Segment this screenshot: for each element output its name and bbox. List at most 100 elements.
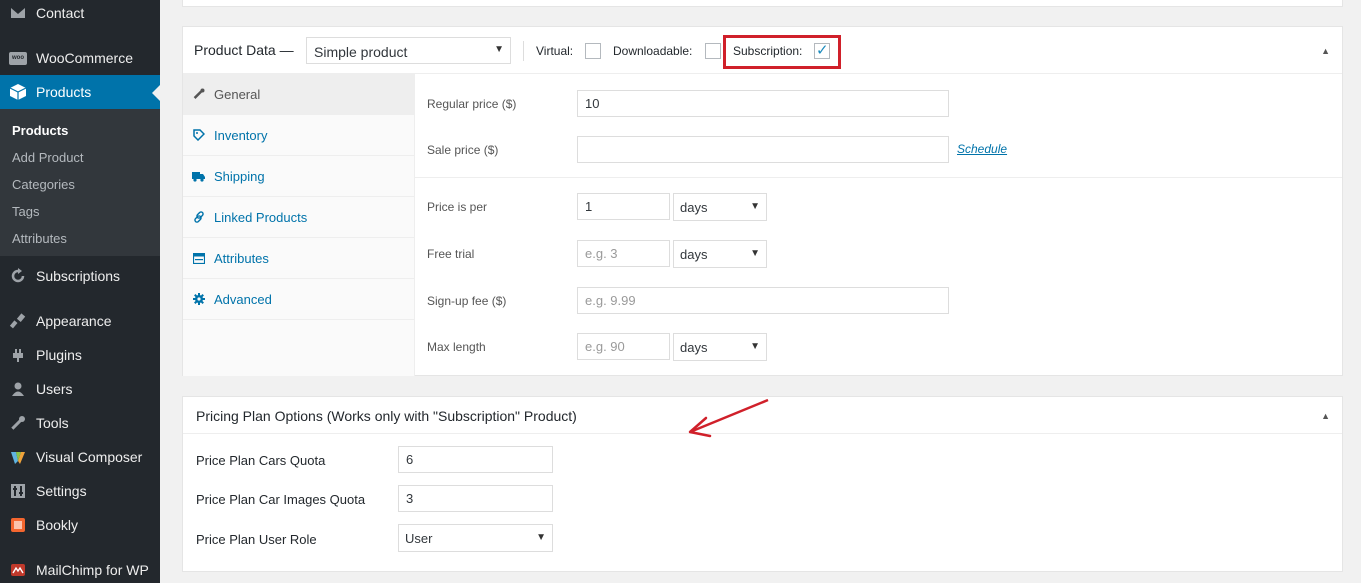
list-icon: [183, 252, 214, 264]
select-value: days: [680, 200, 708, 215]
collapse-arrow-icon[interactable]: ▲: [1321, 411, 1330, 421]
tab-general[interactable]: General: [183, 74, 414, 115]
tab-label: Linked Products: [214, 209, 308, 225]
sale-price-label: Sale price ($): [427, 143, 499, 157]
virtual-label: Virtual:: [536, 44, 574, 58]
subscriptions-icon: [0, 268, 36, 284]
products-submenu: Products Add Product Categories Tags Att…: [0, 109, 160, 256]
tab-linked-products[interactable]: Linked Products: [183, 197, 414, 238]
submenu-categories[interactable]: Categories: [12, 177, 75, 192]
sidebar-item-bookly[interactable]: Bookly: [0, 508, 160, 542]
images-quota-input[interactable]: 3: [398, 485, 553, 512]
sidebar-item-mailchimp[interactable]: MailChimp for WP: [0, 553, 160, 583]
price-per-input[interactable]: 1: [577, 193, 670, 220]
sidebar-item-users[interactable]: Users: [0, 372, 160, 406]
wrench-icon: [183, 88, 214, 100]
product-data-tabs: General Inventory Shipping Linked Produc…: [183, 74, 415, 376]
tab-label: Attributes: [214, 250, 269, 266]
schedule-link[interactable]: Schedule: [957, 142, 1007, 156]
tab-label: General: [214, 86, 261, 102]
cars-quota-label: Price Plan Cars Quota: [196, 453, 326, 468]
subscription-checkbox[interactable]: ✓: [814, 42, 830, 59]
sale-price-input[interactable]: [577, 136, 949, 163]
mailchimp-icon: [0, 562, 36, 578]
sidebar-item-visual-composer[interactable]: Visual Composer: [0, 440, 160, 474]
tab-label: Advanced: [214, 291, 272, 307]
tab-label: Shipping: [214, 168, 265, 184]
signup-fee-label: Sign-up fee ($): [427, 294, 507, 308]
dropdown-arrow-icon: ▼: [750, 341, 760, 352]
annotation-arrow-icon: [688, 398, 769, 438]
tab-attributes[interactable]: Attributes: [183, 238, 414, 279]
user-role-label: Price Plan User Role: [196, 532, 317, 547]
downloadable-label: Downloadable:: [613, 44, 693, 58]
product-data-header: Product Data — Simple product ▼ Virtual:…: [183, 27, 1342, 74]
visual-composer-icon: [0, 449, 36, 465]
user-role-select[interactable]: User ▼: [398, 524, 553, 552]
sidebar-item-products[interactable]: Products: [0, 75, 160, 109]
sidebar-item-label: Products: [36, 84, 92, 100]
sidebar-item-contact[interactable]: Contact: [0, 0, 160, 30]
dropdown-arrow-icon: ▼: [750, 248, 760, 259]
sidebar-item-label: Contact: [36, 5, 85, 21]
checkmark-icon: ✓: [816, 42, 829, 59]
tag-icon: [183, 129, 214, 141]
sidebar-item-label: Users: [36, 381, 73, 397]
product-type-select[interactable]: Simple product ▼: [306, 37, 511, 64]
cars-quota-input[interactable]: 6: [398, 446, 553, 473]
free-trial-period-select[interactable]: days ▼: [673, 240, 767, 268]
sidebar-item-label: Subscriptions: [36, 268, 121, 284]
sidebar-item-tools[interactable]: Tools: [0, 406, 160, 440]
tab-advanced[interactable]: Advanced: [183, 279, 414, 320]
free-trial-input[interactable]: e.g. 3: [577, 240, 670, 267]
product-data-title: Product Data —: [194, 42, 294, 58]
signup-fee-input[interactable]: e.g. 9.99: [577, 287, 949, 314]
collapse-arrow-icon[interactable]: ▲: [1321, 46, 1330, 56]
tools-icon: [0, 415, 36, 431]
dropdown-arrow-icon: ▼: [536, 532, 546, 543]
sidebar-item-settings[interactable]: Settings: [0, 474, 160, 508]
max-length-label: Max length: [427, 340, 486, 354]
submenu-tags[interactable]: Tags: [12, 204, 39, 219]
submenu-attributes[interactable]: Attributes: [12, 231, 67, 246]
truck-icon: [183, 171, 214, 182]
price-per-label: Price is per: [427, 200, 488, 214]
regular-price-input[interactable]: 10: [577, 90, 949, 117]
tab-inventory[interactable]: Inventory: [183, 115, 414, 156]
images-quota-label: Price Plan Car Images Quota: [196, 492, 366, 507]
settings-icon: [0, 483, 36, 499]
divider: [415, 177, 1342, 178]
editor-box-bottom: [182, 0, 1343, 7]
sidebar-item-label: MailChimp for WP: [36, 562, 149, 578]
sidebar-item-woocommerce[interactable]: woo WooCommerce: [0, 41, 160, 75]
tab-shipping[interactable]: Shipping: [183, 156, 414, 197]
plugins-icon: [0, 347, 36, 363]
sidebar-item-label: Visual Composer: [36, 449, 143, 465]
max-length-period-select[interactable]: days ▼: [673, 333, 767, 361]
max-length-input[interactable]: e.g. 90: [577, 333, 670, 360]
submenu-products[interactable]: Products: [12, 123, 68, 138]
sidebar-item-label: Plugins: [36, 347, 82, 363]
dropdown-arrow-icon: ▼: [494, 44, 504, 55]
select-value: days: [680, 340, 708, 355]
select-value: User: [405, 531, 433, 546]
virtual-checkbox[interactable]: [585, 43, 601, 59]
free-trial-label: Free trial: [427, 247, 475, 261]
sidebar-item-label: Settings: [36, 483, 87, 499]
price-period-select[interactable]: days ▼: [673, 193, 767, 221]
sidebar-item-appearance[interactable]: Appearance: [0, 304, 160, 338]
sidebar-item-plugins[interactable]: Plugins: [0, 338, 160, 372]
link-icon: [183, 211, 214, 223]
sidebar-item-label: Appearance: [36, 313, 112, 329]
select-value: days: [680, 247, 708, 262]
sidebar-item-subscriptions[interactable]: Subscriptions: [0, 259, 160, 293]
sidebar-item-label: WooCommerce: [36, 50, 133, 66]
product-data-box: Product Data — Simple product ▼ Virtual:…: [182, 26, 1343, 376]
divider: [523, 41, 524, 61]
gear-icon: [183, 293, 214, 305]
users-icon: [0, 381, 36, 397]
dropdown-arrow-icon: ▼: [750, 201, 760, 212]
downloadable-checkbox[interactable]: [705, 43, 721, 59]
tab-label: Inventory: [214, 127, 268, 143]
submenu-add-product[interactable]: Add Product: [12, 150, 84, 165]
